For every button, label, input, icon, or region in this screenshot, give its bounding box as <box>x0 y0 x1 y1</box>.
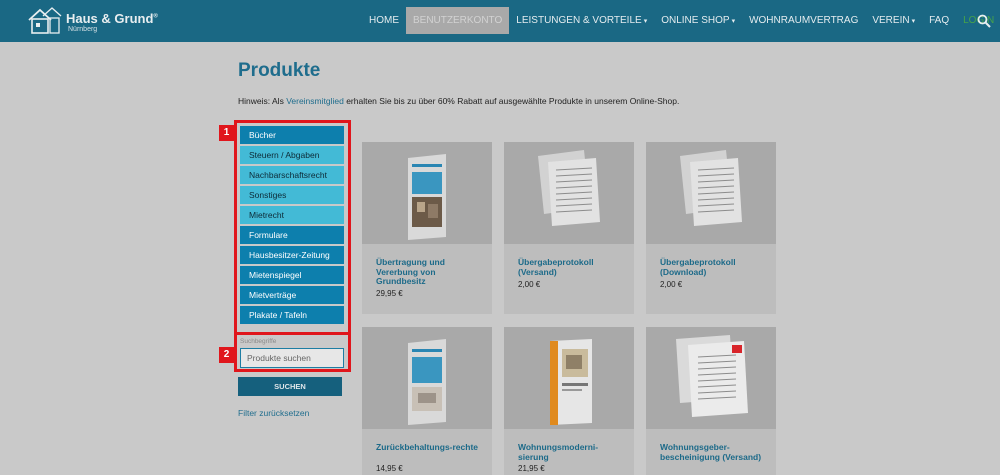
category-mietvertraege[interactable]: Mietverträge <box>240 286 344 304</box>
category-hausbesitzer-zeitung[interactable]: Hausbesitzer-Zeitung <box>240 246 344 264</box>
book-icon <box>408 339 446 425</box>
filter-panel: Bücher Steuern / Abgaben Nachbarschaftsr… <box>234 120 351 372</box>
house-logo-icon <box>28 7 62 34</box>
category-nachbarschaftsrecht[interactable]: Nachbarschaftsrecht <box>240 166 344 184</box>
product-card[interactable]: Zurückbehaltungs-rechte 14,95 € <box>362 327 492 475</box>
category-mietrecht[interactable]: Mietrecht <box>240 206 344 224</box>
product-image[interactable] <box>504 142 634 244</box>
book-icon <box>550 339 592 425</box>
product-price: 21,95 € <box>518 464 545 473</box>
annotation-badge-1: 1 <box>219 125 234 141</box>
search-label: Suchbegriffe <box>240 338 277 345</box>
category-sonstiges[interactable]: Sonstiges <box>240 186 344 204</box>
document-icon <box>676 335 748 417</box>
site-header: Haus & Grund® Nürnberg HOME BENUTZERKONT… <box>0 0 1000 42</box>
product-price: 2,00 € <box>660 280 683 289</box>
chevron-down-icon: ▾ <box>911 18 916 25</box>
page-title: Produkte <box>238 60 321 81</box>
category-formulare[interactable]: Formulare <box>240 226 344 244</box>
product-name[interactable]: Zurückbehaltungs-rechte <box>376 442 486 453</box>
product-name[interactable]: Wohnungsgeber-bescheinigung (Versand) <box>660 442 770 462</box>
product-name[interactable]: Übergabeprotokoll (Download) <box>660 257 770 277</box>
category-plakate[interactable]: Plakate / Tafeln <box>240 306 344 324</box>
category-buecher[interactable]: Bücher <box>240 126 344 144</box>
main-nav: HOME BENUTZERKONTO LEISTUNGEN & VORTEILE… <box>362 7 1000 34</box>
document-icon <box>680 150 742 226</box>
nav-leistungen[interactable]: LEISTUNGEN & VORTEILE ▾ <box>509 7 654 34</box>
product-price: 14,95 € <box>376 464 403 473</box>
product-image[interactable] <box>646 142 776 244</box>
product-card[interactable]: Übergabeprotokoll (Versand) 2,00 € <box>504 142 634 314</box>
category-mietenspiegel[interactable]: Mietenspiegel <box>240 266 344 284</box>
chevron-down-icon: ▾ <box>643 18 648 25</box>
nav-online-shop[interactable]: ONLINE SHOP ▾ <box>654 7 742 34</box>
chevron-down-icon: ▾ <box>731 18 736 25</box>
nav-wohnraumvertrag[interactable]: WOHNRAUMVERTRAG <box>742 7 865 34</box>
product-card[interactable]: Übergabeprotokoll (Download) 2,00 € <box>646 142 776 314</box>
product-card[interactable]: Übertragung und Vererbung von Grundbesit… <box>362 142 492 314</box>
logo-title: Haus & Grund® <box>66 11 158 26</box>
logo-subtitle: Nürnberg <box>68 26 98 33</box>
highlight-divider <box>237 332 348 335</box>
product-image[interactable] <box>646 327 776 429</box>
product-price: 2,00 € <box>518 280 541 289</box>
product-image[interactable] <box>504 327 634 429</box>
product-card[interactable]: Wohnungsmoderni-sierung 21,95 € <box>504 327 634 475</box>
search-input[interactable] <box>240 348 344 368</box>
product-name[interactable]: Wohnungsmoderni-sierung <box>518 442 628 462</box>
product-image[interactable] <box>362 327 492 429</box>
nav-benutzerkonto[interactable]: BENUTZERKONTO <box>406 7 510 34</box>
book-icon <box>408 154 446 240</box>
reset-filter-link[interactable]: Filter zurücksetzen <box>238 408 309 418</box>
product-name[interactable]: Übergabeprotokoll (Versand) <box>518 257 628 277</box>
document-icon <box>538 150 600 226</box>
category-steuern[interactable]: Steuern / Abgaben <box>240 146 344 164</box>
annotation-badge-2: 2 <box>219 347 234 363</box>
product-price: 29,95 € <box>376 289 403 298</box>
member-link[interactable]: Vereinsmitglied <box>286 96 344 106</box>
nav-home[interactable]: HOME <box>362 7 406 34</box>
product-name[interactable]: Übertragung und Vererbung von Grundbesit… <box>376 257 486 287</box>
product-image[interactable] <box>362 142 492 244</box>
site-logo[interactable]: Haus & Grund® Nürnberg <box>26 6 176 38</box>
nav-verein[interactable]: VEREIN ▾ <box>865 7 922 34</box>
search-button[interactable]: SUCHEN <box>238 377 342 396</box>
member-notice: Hinweis: Als Vereinsmitglied erhalten Si… <box>238 96 680 106</box>
nav-faq[interactable]: FAQ <box>922 7 956 34</box>
product-card[interactable]: Wohnungsgeber-bescheinigung (Versand) <box>646 327 776 475</box>
search-icon[interactable] <box>977 14 991 28</box>
